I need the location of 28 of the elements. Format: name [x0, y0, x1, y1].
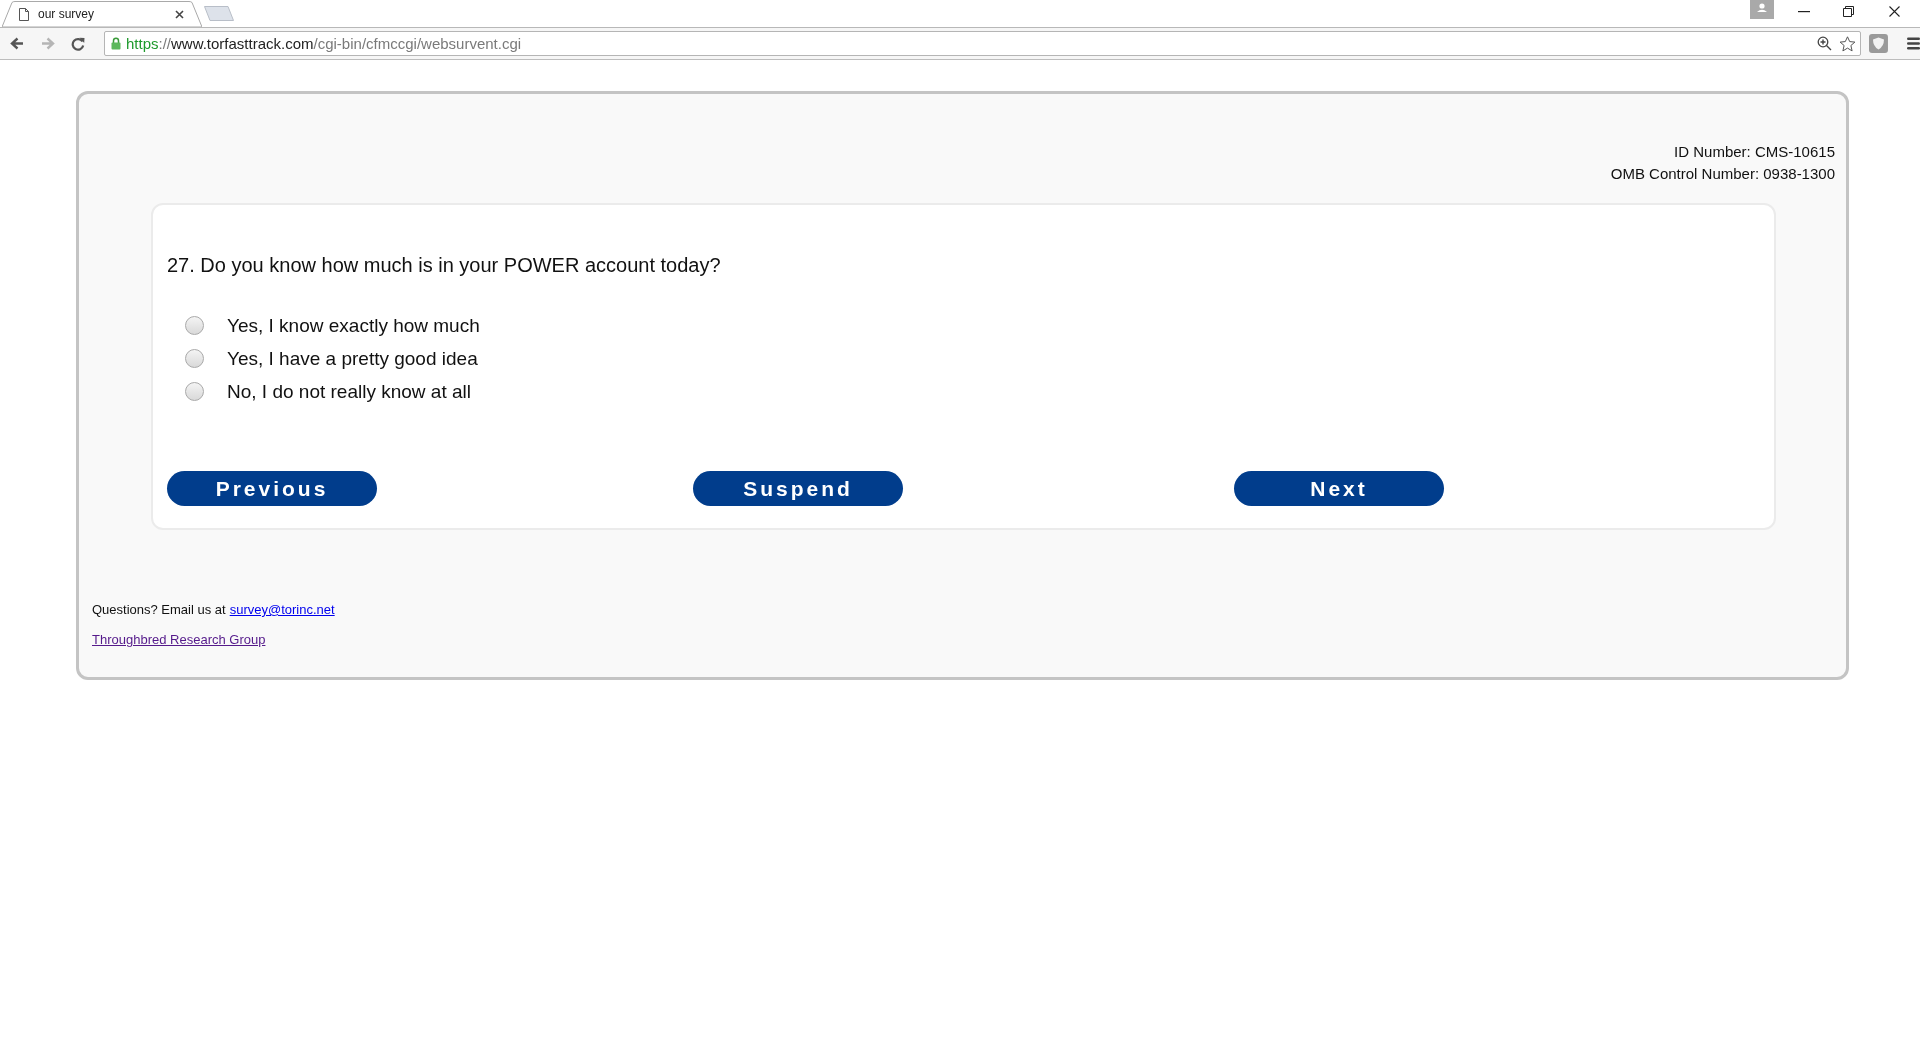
star-icon[interactable]	[1839, 35, 1857, 52]
option-label[interactable]: No, I do not really know at all	[227, 379, 471, 404]
restore-icon[interactable]	[1843, 6, 1854, 17]
radio-button[interactable]	[185, 382, 204, 401]
id-text: ID Number: CMS-10615	[1674, 142, 1835, 162]
id-text: OMB Control Number: 0938-1300	[1610, 164, 1835, 184]
browser-tab[interactable]: our survey	[2, 1, 202, 27]
page-icon	[19, 7, 29, 21]
org-link[interactable]: Throughbred Research Group	[92, 631, 266, 649]
reload-icon[interactable]	[70, 36, 85, 51]
question-text: 27. Do you know how much is in your POWER account today?	[167, 253, 721, 278]
nav-button[interactable]: Previous	[167, 471, 377, 506]
nav-button[interactable]: Next	[1234, 471, 1444, 506]
option-label[interactable]: Yes, I have a pretty good idea	[227, 346, 478, 371]
email-link[interactable]: survey@torinc.net	[229, 601, 335, 619]
close-icon[interactable]	[175, 9, 184, 19]
address-bar[interactable]: https://www.torfasttrack.com/cgi-bin/cfmccgi/websurvent.cgi	[103, 31, 1862, 56]
zoom-in-icon[interactable]	[1817, 36, 1833, 51]
close-icon[interactable]	[1889, 6, 1900, 17]
radio-button[interactable]	[185, 316, 204, 335]
radio-button[interactable]	[185, 349, 204, 368]
contact-text: Questions? Email us at	[92, 601, 226, 619]
menu-icon[interactable]	[1907, 37, 1920, 50]
shield-icon[interactable]	[1869, 34, 1889, 53]
option-label[interactable]: Yes, I know exactly how much	[227, 313, 480, 338]
minimize-icon[interactable]	[1798, 11, 1810, 13]
nav-button[interactable]: Suspend	[693, 471, 903, 506]
back-arrow-icon[interactable]	[10, 37, 24, 50]
